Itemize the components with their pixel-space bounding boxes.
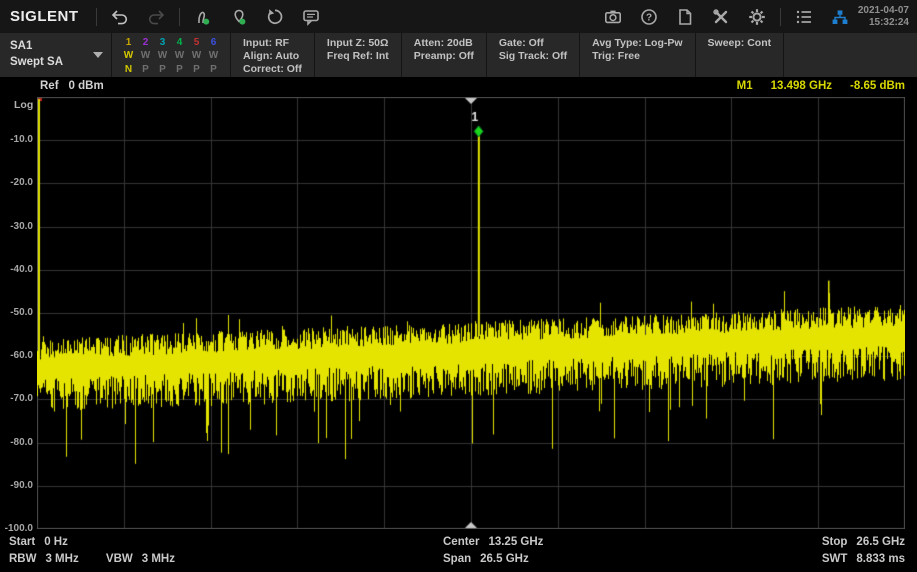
y-axis-tick: -70.0 <box>0 393 33 404</box>
trace-cell: 1 <box>122 37 135 50</box>
trace-cell: P <box>190 64 203 77</box>
settings-gear-icon[interactable] <box>739 3 775 31</box>
history-icon[interactable] <box>257 3 293 31</box>
status-groups: Input: RFAlign: AutoCorrect: OffInput Z:… <box>231 33 784 77</box>
y-axis-tick: -60.0 <box>0 350 33 361</box>
graph-area: Log -10.0 -20.0 -30.0 -40.0 -50.0 -60.0 -70.0 -… <box>0 97 917 529</box>
stop-frequency: Stop26.5 GHz <box>822 534 905 551</box>
network-lan-icon[interactable] <box>822 3 858 31</box>
mode-name: SA1 <box>10 38 63 54</box>
y-axis-tick: -10.0 <box>0 134 33 145</box>
trace-cell: 2 <box>139 37 152 50</box>
camera-icon[interactable] <box>595 3 631 31</box>
freq-start-block[interactable]: Start0 Hz RBW3 MHz VBW3 MHz <box>9 534 175 568</box>
trace-cell: 5 <box>190 37 203 50</box>
trace-cell: W <box>122 50 135 63</box>
chevron-down-icon <box>93 52 103 58</box>
trace-table[interactable]: 123456WWWWWWNPPPPP <box>112 33 231 77</box>
trace-cell: 3 <box>156 37 169 50</box>
probe-pin-icon[interactable] <box>185 3 221 31</box>
redo-icon[interactable] <box>138 3 174 31</box>
pushpin-icon[interactable] <box>221 3 257 31</box>
help-icon[interactable]: ? <box>631 3 667 31</box>
time-text: 15:32:24 <box>858 17 909 29</box>
vbw-value: VBW3 MHz <box>106 553 175 565</box>
undo-icon[interactable] <box>102 3 138 31</box>
bottom-annotation-bar: Start0 Hz RBW3 MHz VBW3 MHz Center13.25 … <box>0 533 917 571</box>
trace-cell: W <box>207 50 220 63</box>
trace-cell: W <box>173 50 186 63</box>
trace-cell: 6 <box>207 37 220 50</box>
sweep-time: SWT8.833 ms <box>822 551 905 568</box>
ref-marker-row: Ref 0 dBm M1 13.498 GHz -8.65 dBm <box>0 77 917 97</box>
spectrum-canvas[interactable] <box>37 97 905 529</box>
toolbar-divider <box>780 8 781 26</box>
message-icon[interactable] <box>293 3 329 31</box>
spectrum-analyzer-app: SIGLENT <box>0 0 917 572</box>
y-axis-tick: -90.0 <box>0 480 33 491</box>
topbar: SIGLENT <box>0 0 917 33</box>
trace-cell: W <box>156 50 169 63</box>
date-text: 2021-04-07 <box>858 5 909 17</box>
trace-cell: P <box>207 64 220 77</box>
mode-type: Swept SA <box>10 54 63 70</box>
y-axis-tick: -50.0 <box>0 307 33 318</box>
marker-frequency: 13.498 GHz <box>771 80 832 92</box>
status-group[interactable]: Avg Type: Log-PwTrig: Free <box>580 33 695 77</box>
status-group[interactable]: Atten: 20dBPreamp: Off <box>402 33 487 77</box>
ref-label: Ref <box>40 80 59 92</box>
center-frequency: Center13.25 GHz <box>443 534 543 551</box>
toolbar-divider <box>96 8 97 26</box>
rbw-value: RBW3 MHz <box>9 553 79 565</box>
freq-stop-block[interactable]: Stop26.5 GHz SWT8.833 ms <box>822 534 905 568</box>
file-icon[interactable] <box>667 3 703 31</box>
list-menu-icon[interactable] <box>786 3 822 31</box>
y-axis-tick: -30.0 <box>0 221 33 232</box>
span-value: Span26.5 GHz <box>443 551 543 568</box>
trace-cell: 4 <box>173 37 186 50</box>
y-axis-tick: -20.0 <box>0 177 33 188</box>
status-settings-bar: SA1 Swept SA 123456WWWWWWNPPPPP Input: R… <box>0 33 917 77</box>
trace-cell: P <box>156 64 169 77</box>
marker-level: -8.65 dBm <box>850 80 905 92</box>
datetime: 2021-04-07 15:32:24 <box>858 5 917 29</box>
trace-cell: P <box>139 64 152 77</box>
ref-value: 0 dBm <box>69 80 104 92</box>
mode-selector[interactable]: SA1 Swept SA <box>0 33 112 77</box>
marker-name: M1 <box>737 80 753 92</box>
trace-cell: N <box>122 64 135 77</box>
siglent-logo: SIGLENT <box>0 8 91 25</box>
y-axis-tick: -40.0 <box>0 264 33 275</box>
status-group[interactable]: Sweep: Cont <box>696 33 785 77</box>
ref-level[interactable]: Ref 0 dBm <box>40 80 104 92</box>
scale-label: Log <box>14 99 33 111</box>
tools-icon[interactable] <box>703 3 739 31</box>
freq-center-block[interactable]: Center13.25 GHz Span26.5 GHz <box>443 534 543 568</box>
toolbar-divider <box>179 8 180 26</box>
trace-cell: W <box>139 50 152 63</box>
status-group[interactable]: Input: RFAlign: AutoCorrect: Off <box>231 33 315 77</box>
start-frequency: Start0 Hz <box>9 534 175 551</box>
status-group[interactable]: Input Z: 50ΩFreq Ref: Int <box>315 33 402 77</box>
y-axis-tick: -80.0 <box>0 437 33 448</box>
svg-text:?: ? <box>646 12 652 23</box>
marker-readout[interactable]: M1 13.498 GHz -8.65 dBm <box>737 80 905 92</box>
trace-cell: P <box>173 64 186 77</box>
trace-cell: W <box>190 50 203 63</box>
status-group[interactable]: Gate: OffSig Track: Off <box>487 33 580 77</box>
